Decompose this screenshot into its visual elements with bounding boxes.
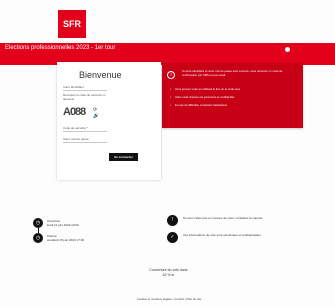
sfr-logo: SFR: [58, 10, 86, 38]
closing-text: Clôture vendredi 15 juin 2023 17:00: [47, 234, 117, 242]
login-card: Bienvenue Votre identifiant Recopiez le …: [57, 62, 161, 180]
tip-item: ! Si vous n’êtes pas en mesure de voter,…: [167, 214, 307, 231]
tip-text: Vos informations de vote sont sécurisées…: [183, 233, 262, 237]
turnout-value: 62 % lu: [162, 273, 175, 277]
info-bullet: Vous pouvez voter en utilisant le lien o…: [170, 87, 296, 91]
captcha-controls: ⟳ 🔊: [93, 107, 99, 123]
info-bullets: Vous pouvez voter en utilisant le lien o…: [170, 87, 296, 111]
security-code-label: Code de sécurité *: [63, 126, 88, 130]
captcha-instruction: Recopiez le code de sécurité ci-dessous: [63, 93, 106, 101]
password-input[interactable]: [63, 142, 107, 143]
page-frame: SFR Elections professionnelles 2023 - 1e…: [0, 0, 335, 307]
closing-value: vendredi 15 juin 2023 17:00: [47, 238, 85, 242]
id-label: Votre identifiant: [63, 85, 84, 89]
opening-text: Ouverture lundi 11 juin 2023 10:00: [47, 219, 117, 227]
logo-text: SFR: [63, 19, 81, 29]
page-header-title: Elections professionnelles 2023 - 1er to…: [5, 45, 116, 51]
tip-item: ✓ Vos informations de vote sont sécurisé…: [167, 231, 307, 248]
timeline-row: ◷ Ouverture lundi 11 juin 2023 10:00: [33, 218, 133, 233]
info-intro: Si votre identifiant et votre mot de pas…: [182, 69, 283, 77]
turnout-block: Couverture du vote dans 62 % lu: [142, 268, 195, 277]
info-panel: i Si votre identifiant et votre mot de p…: [162, 63, 303, 128]
closing-icon: ◷: [33, 233, 43, 243]
info-icon: i: [167, 71, 175, 79]
header-bar: Elections professionnelles 2023 - 1er to…: [0, 43, 335, 57]
audio-icon[interactable]: 🔊: [93, 113, 99, 119]
password-label: Votre mot de passe: [63, 137, 89, 141]
opening-icon: ◷: [33, 218, 43, 228]
info-bullet: En cas de difficulté, contactez l’assist…: [170, 103, 296, 107]
tip-text: Si vous n’êtes pas en mesure de voter, c…: [183, 216, 264, 220]
footer-links[interactable]: Cookies et mentions légales • Contact • …: [79, 297, 259, 301]
turnout-title: Couverture du vote dans: [149, 268, 188, 272]
check-icon: ✓: [167, 232, 178, 243]
timeline-row: ◷ Clôture vendredi 15 juin 2023 17:00: [33, 233, 133, 248]
id-input[interactable]: [63, 90, 107, 91]
opening-value: lundi 11 juin 2023 10:00: [47, 223, 79, 227]
login-title: Bienvenue: [79, 70, 122, 80]
warning-icon: !: [167, 215, 178, 226]
timeline: ◷ Ouverture lundi 11 juin 2023 10:00 ◷ C…: [33, 218, 133, 252]
security-code-input[interactable]: [63, 131, 107, 132]
info-bullet: Votre code d’accès est personnel et conf…: [170, 95, 296, 99]
captcha-image: A088: [63, 106, 86, 118]
login-button[interactable]: Se connecter: [109, 153, 138, 161]
menu-dot-icon[interactable]: [285, 47, 290, 52]
tips-block: ! Si vous n’êtes pas en mesure de voter,…: [167, 214, 307, 254]
